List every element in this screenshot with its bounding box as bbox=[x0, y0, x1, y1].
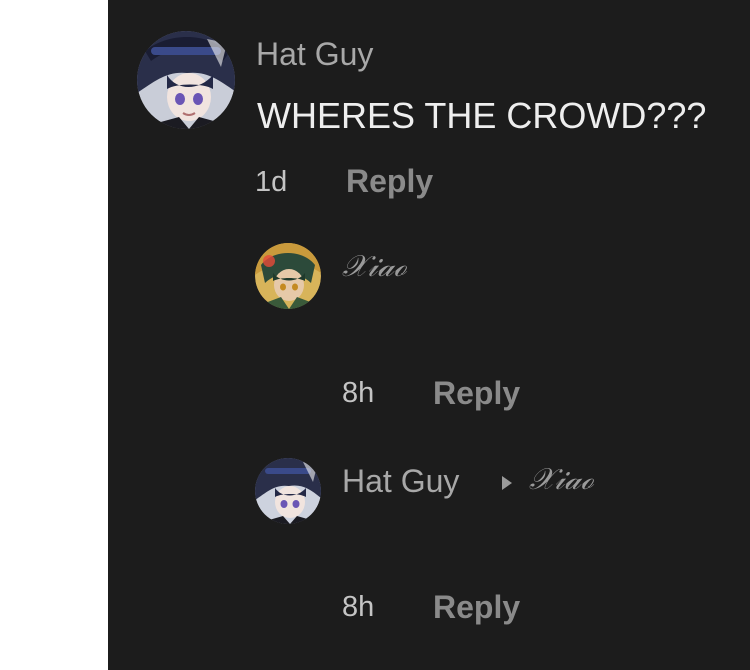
comment-body: WHERES THE CROWD??? bbox=[257, 95, 707, 136]
comments-panel: Hat Guy WHERES THE CROWD??? 1d Reply 𝒳𝒾𝒶… bbox=[108, 0, 750, 670]
reply-button[interactable]: Reply bbox=[433, 375, 520, 412]
triangle-right-icon bbox=[502, 476, 512, 490]
comment-timestamp: 1d bbox=[255, 166, 288, 198]
screenshot-page: Hat Guy WHERES THE CROWD??? 1d Reply 𝒳𝒾𝒶… bbox=[0, 0, 750, 670]
dark-haired-character-avatar-icon bbox=[255, 458, 321, 524]
reply-avatar[interactable] bbox=[255, 243, 321, 309]
replied-to-username[interactable]: 𝒳𝒾𝒶ℴ bbox=[529, 462, 594, 497]
reply-avatar[interactable] bbox=[255, 458, 321, 524]
reply-button[interactable]: Reply bbox=[346, 163, 433, 200]
reply-timestamp: 8h bbox=[342, 377, 375, 409]
reply-username[interactable]: 𝒳𝒾𝒶ℴ bbox=[342, 249, 407, 284]
reply-username[interactable]: Hat Guy bbox=[342, 463, 459, 500]
dark-haired-character-avatar-icon bbox=[137, 31, 235, 129]
green-haired-character-avatar-icon bbox=[255, 243, 321, 309]
commenter-username[interactable]: Hat Guy bbox=[256, 36, 373, 73]
reply-button[interactable]: Reply bbox=[433, 589, 520, 626]
commenter-avatar[interactable] bbox=[137, 31, 235, 129]
reply-timestamp: 8h bbox=[342, 591, 375, 623]
